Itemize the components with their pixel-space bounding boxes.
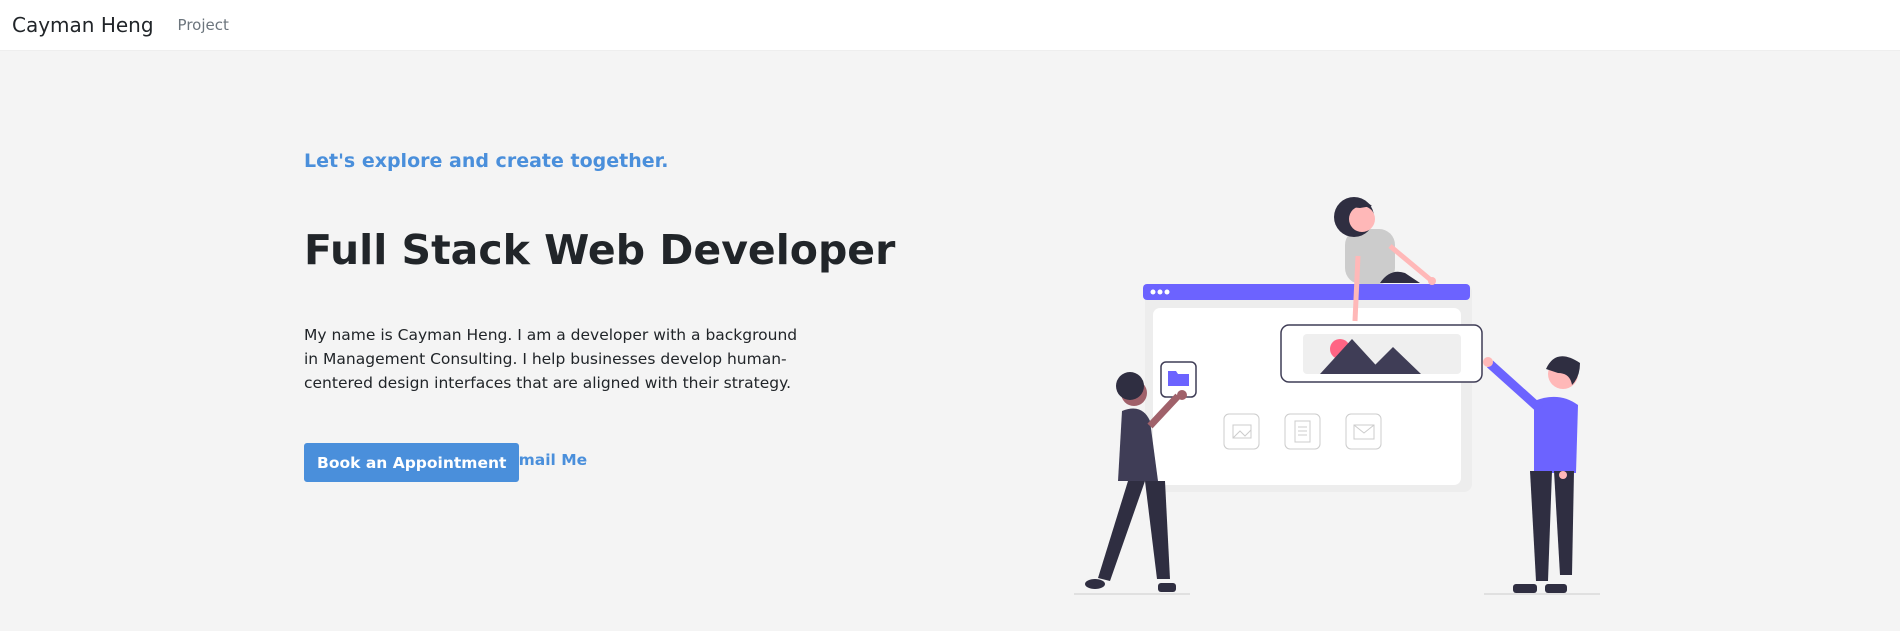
document-icon <box>1284 413 1321 450</box>
brand-logo[interactable]: Cayman Heng <box>12 13 154 37</box>
navbar: Cayman Heng Project <box>0 0 1900 51</box>
book-appointment-button[interactable]: Book an Appointment <box>304 443 520 482</box>
image-icon <box>1223 413 1260 450</box>
email-me-link[interactable]: Email Me <box>508 451 587 469</box>
hero-illustration <box>1074 197 1600 595</box>
hero-title: Full Stack Web Developer <box>304 226 896 274</box>
person-right <box>1483 356 1600 595</box>
nav-link-project[interactable]: Project <box>178 16 229 34</box>
hero-description: My name is Cayman Heng. I am a developer… <box>304 326 798 392</box>
mail-icon <box>1345 413 1382 450</box>
hero-tagline: Let's explore and create together. <box>304 150 669 172</box>
hero-section: Let's explore and create together. Full … <box>0 51 1900 631</box>
mountain-image-icon <box>1280 324 1483 383</box>
